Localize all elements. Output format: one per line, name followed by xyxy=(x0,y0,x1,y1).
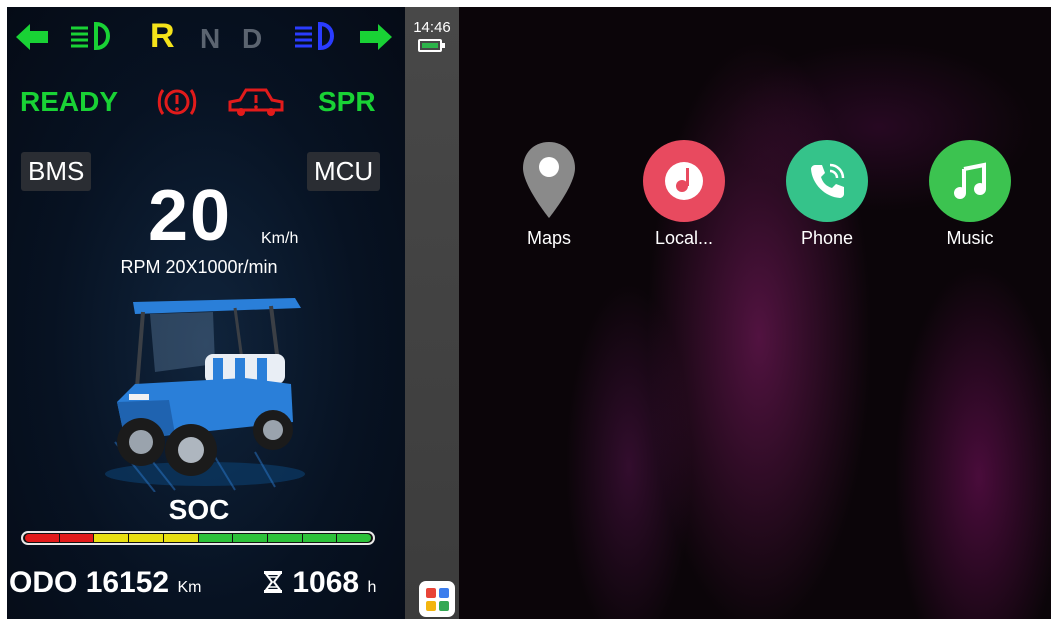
app-music[interactable]: Music xyxy=(920,140,1020,249)
soc-segment xyxy=(94,534,129,542)
rpm-readout: RPM 20X1000r/min xyxy=(120,257,278,277)
operating-hours: 1068 h xyxy=(262,566,376,600)
app-label: Maps xyxy=(526,228,571,248)
soc-segment xyxy=(302,534,337,542)
ready-indicator: READY xyxy=(20,86,119,117)
gear-neutral-indicator: N xyxy=(200,23,221,54)
soc-battery-bar xyxy=(21,531,375,545)
soc-segment xyxy=(337,534,372,542)
gear-drive-indicator: D xyxy=(242,23,263,54)
music-icon xyxy=(929,140,1011,222)
golf-cart-image xyxy=(105,298,305,492)
app-launcher-button[interactable] xyxy=(419,581,455,617)
hours-value: 1068 xyxy=(292,566,360,599)
soc-label: SOC xyxy=(168,494,230,525)
odometer-unit: Km xyxy=(177,579,202,596)
app-phone[interactable]: Phone xyxy=(777,140,877,249)
home-screen xyxy=(459,7,1051,619)
soc-segment xyxy=(198,534,233,542)
speed-unit: Km/h xyxy=(261,230,299,247)
app-maps[interactable]: Maps xyxy=(499,140,599,249)
parking-brake-warning-icon xyxy=(157,89,197,115)
odometer-value: 16152 xyxy=(85,566,170,599)
hours-unit: h xyxy=(367,579,377,596)
soc-segment xyxy=(129,534,163,542)
app-label: Local... xyxy=(654,228,714,248)
bms-button[interactable]: BMS xyxy=(21,152,92,191)
gear-reverse-indicator: R xyxy=(150,17,175,55)
hourglass-icon xyxy=(264,571,282,593)
app-label: Music xyxy=(946,228,994,248)
battery-icon xyxy=(418,39,445,52)
app-label: Phone xyxy=(800,228,854,248)
app-local-music[interactable]: Local... xyxy=(634,140,734,249)
soc-segment xyxy=(59,534,94,542)
left-turn-signal-icon xyxy=(16,24,48,50)
high-beam-headlight-icon xyxy=(295,21,334,51)
status-side-strip xyxy=(405,7,459,619)
low-beam-headlight-icon xyxy=(71,21,110,51)
soc-segment xyxy=(233,534,267,542)
spr-mode-indicator: SPR xyxy=(318,86,376,117)
right-turn-signal-icon xyxy=(360,24,392,50)
speed-readout: 20 xyxy=(148,176,233,256)
map-pin-icon xyxy=(508,140,590,222)
odometer: ODO 16152 Km xyxy=(9,566,201,600)
soc-segment xyxy=(163,534,198,542)
phone-icon xyxy=(786,140,868,222)
soc-segment xyxy=(267,534,302,542)
vehicle-fault-warning-icon xyxy=(228,88,284,116)
odometer-label: ODO xyxy=(9,566,78,599)
music-note-icon xyxy=(643,140,725,222)
mcu-button[interactable]: MCU xyxy=(307,152,381,191)
clock: 14:46 xyxy=(413,19,451,36)
soc-segment xyxy=(25,534,59,542)
